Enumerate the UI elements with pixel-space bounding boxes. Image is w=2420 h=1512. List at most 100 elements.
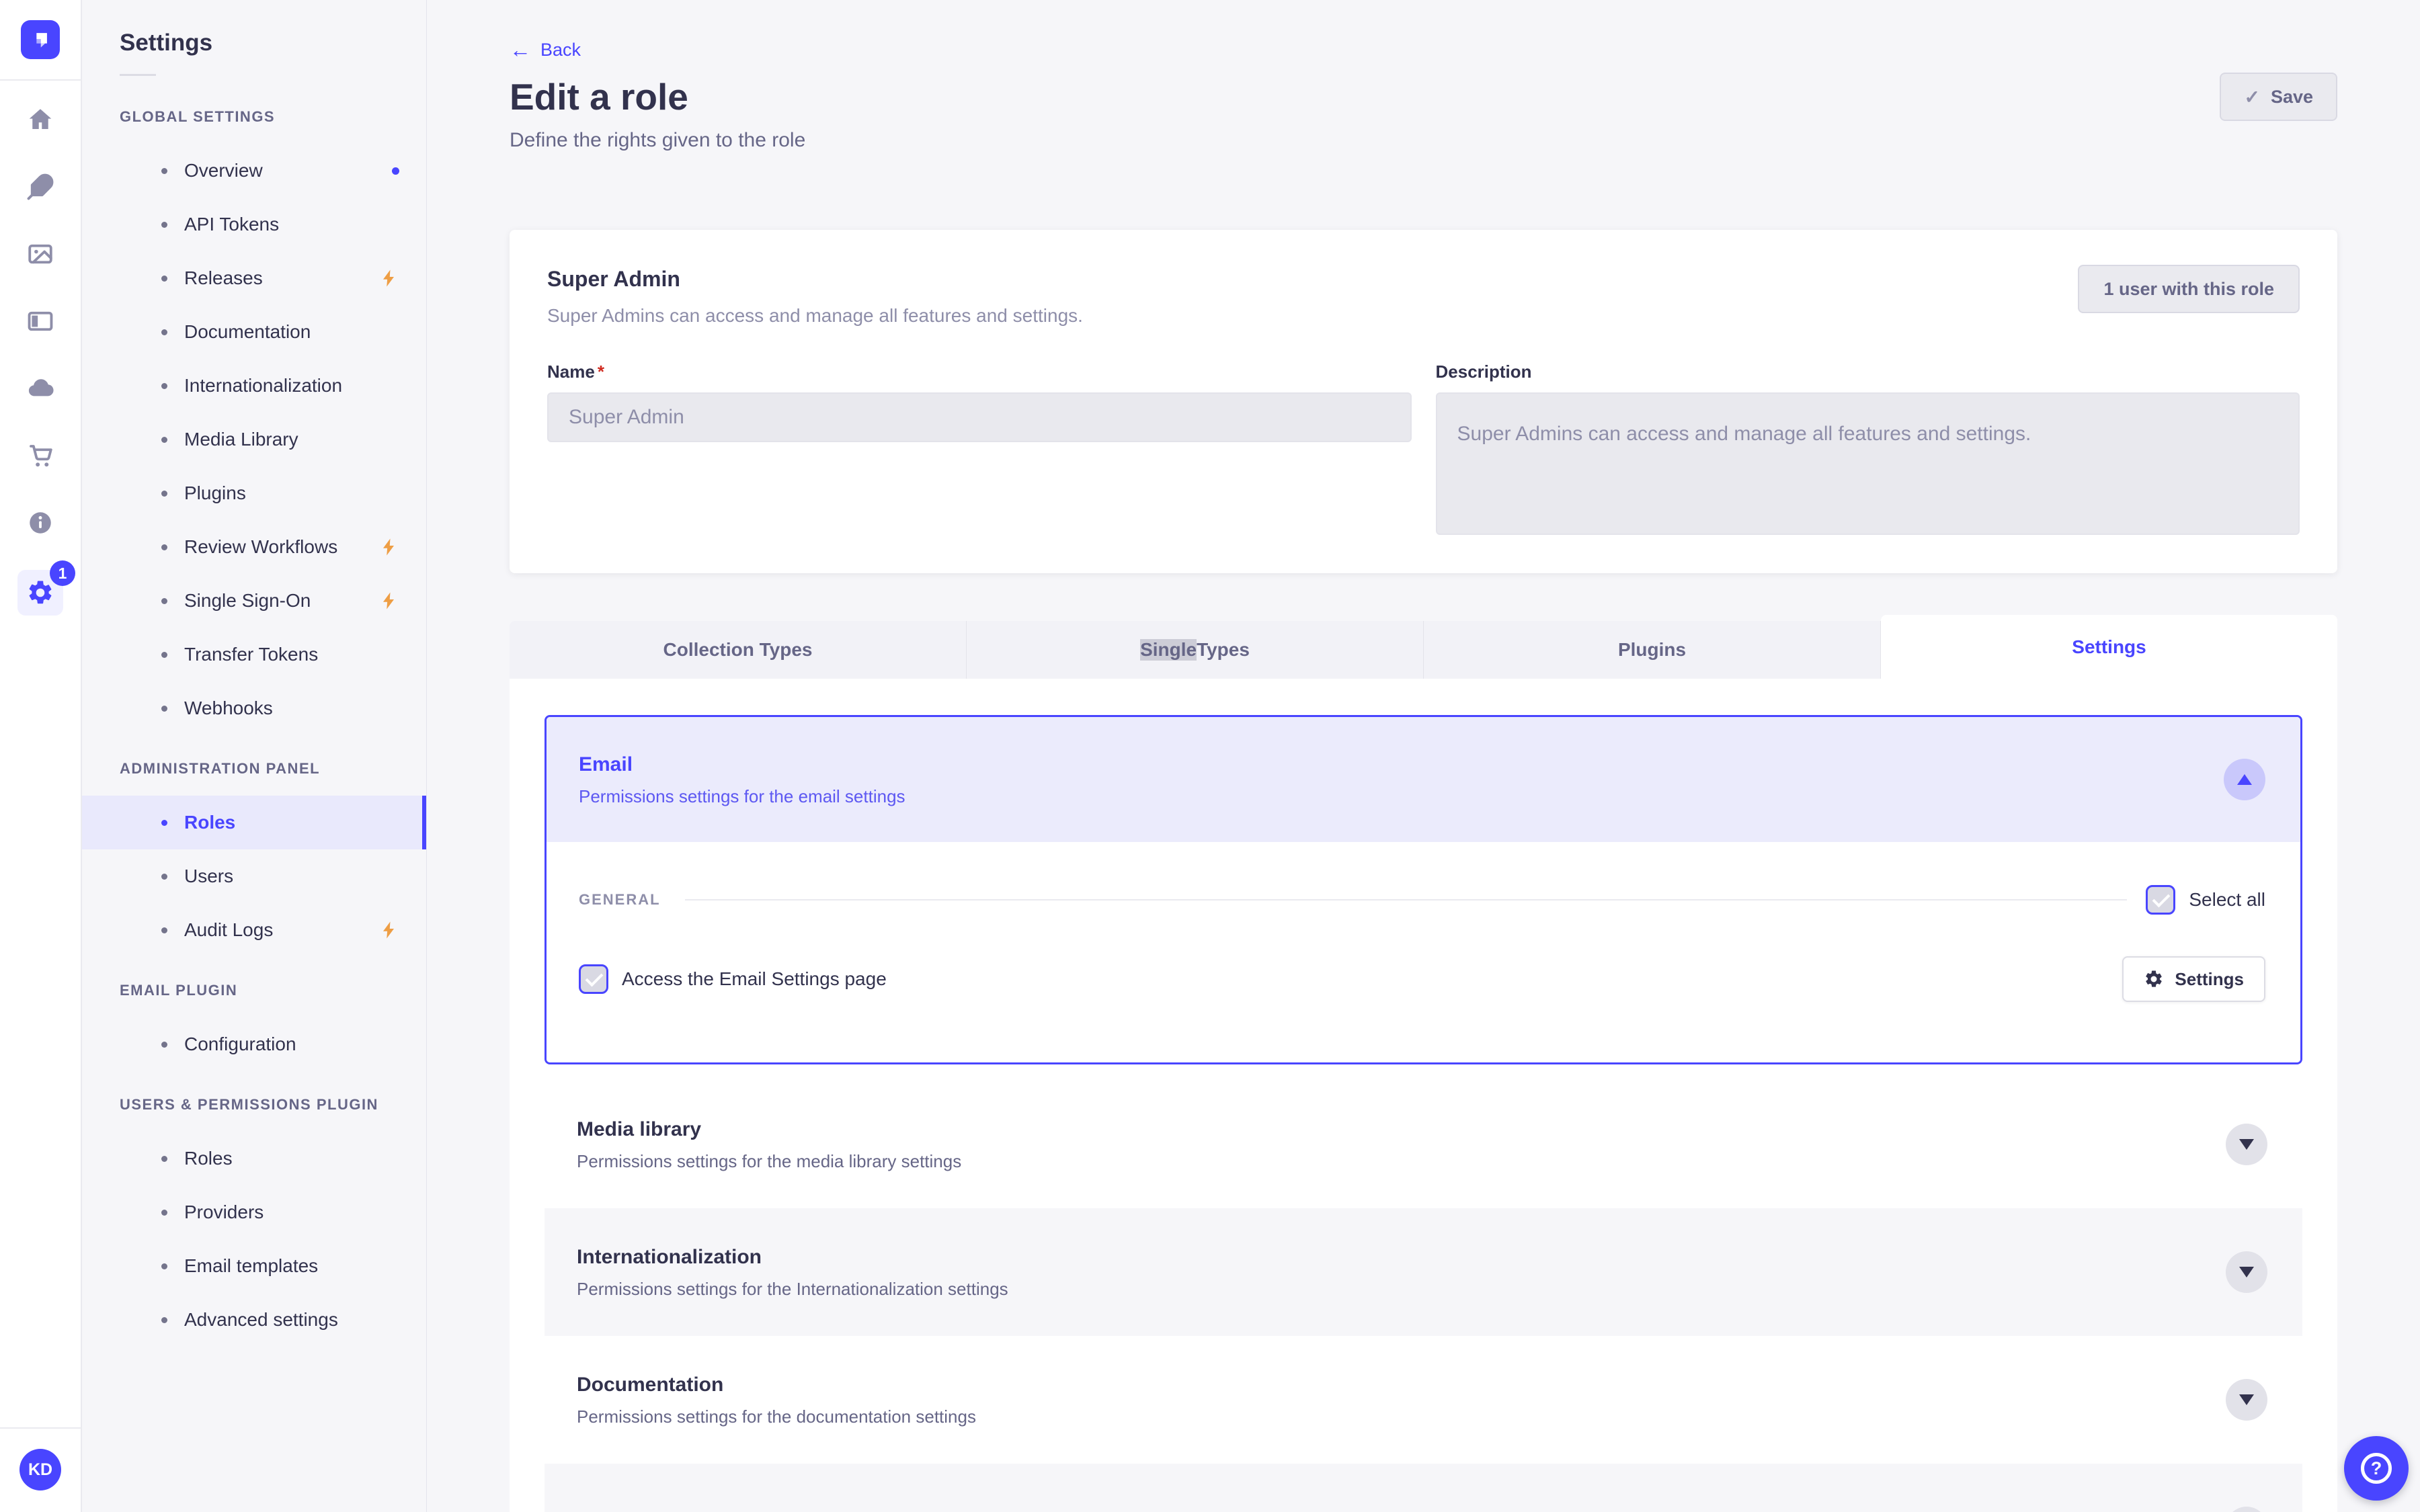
page-subtitle: Define the rights given to the role [510,129,806,151]
expand-media-library-button[interactable] [2226,1124,2267,1165]
strapi-logo[interactable] [21,20,60,59]
expand-documentation-button[interactable] [2226,1379,2267,1421]
rail-bottom: KD [0,1427,81,1512]
sidebar-section-header-global: GLOBAL SETTINGS [120,108,276,125]
check-icon: ✓ [2244,86,2260,108]
sidebar-item-up-advanced-settings[interactable]: Advanced settings [82,1293,426,1347]
sidebar-item-label: Email templates [184,1255,319,1276]
back-arrow-icon: ← [510,38,531,62]
sidebar-item-global-transfer-tokens[interactable]: Transfer Tokens [82,628,426,681]
marketplace-cart-icon[interactable] [26,441,55,470]
sidebar-item-label: Webhooks [184,698,273,718]
name-field-label: Name * [547,362,604,382]
sidebar-item-up-providers[interactable]: Providers [82,1185,426,1239]
sidebar-item-email-configuration[interactable]: Configuration [82,1017,426,1071]
sidebar-item-global-plugins[interactable]: Plugins [82,466,426,520]
sidebar-item-up-email-templates[interactable]: Email templates [82,1239,426,1293]
name-input[interactable] [547,392,1412,442]
expand-internationalization-button[interactable] [2226,1251,2267,1293]
bullet-icon [161,275,167,282]
accordion-row-media-library[interactable]: Media library Permissions settings for th… [544,1081,2302,1208]
gear-icon [2146,970,2163,987]
sidebar-item-global-internationalization[interactable]: Internationalization [82,359,426,413]
tab-settings[interactable]: Settings [1881,615,2337,679]
bullet-icon [161,819,167,826]
accordion-subtitle: Permissions settings for the media libra… [577,1151,962,1171]
sidebar-item-label: Advanced settings [184,1309,338,1330]
content-manager-icon[interactable] [26,172,55,202]
sidebar-title-divider [120,74,156,76]
accordion-subtitle: Permissions settings for the documentati… [577,1406,976,1427]
deploy-cloud-icon[interactable] [26,374,55,403]
expand-plugins-and-marketplace-button[interactable] [2226,1507,2267,1512]
sidebar-section-header-admin: ADMINISTRATION PANEL [120,760,321,777]
sidebar-item-global-review-workflows[interactable]: Review Workflows [82,520,426,574]
bullet-icon [161,1209,167,1216]
home-icon[interactable] [26,105,55,134]
sidebar-item-global-media-library[interactable]: Media Library [82,413,426,466]
access-email-settings-checkbox[interactable] [579,964,608,994]
sidebar-item-admin-audit-logs[interactable]: Audit Logs [82,903,426,957]
select-all-checkbox[interactable] [2146,885,2176,915]
sidebar-item-global-single-sign-on[interactable]: Single Sign-On [82,574,426,628]
collapse-email-button[interactable] [2224,759,2265,800]
required-asterisk: * [597,362,604,382]
email-accordion-subtitle: Permissions settings for the email setti… [579,786,905,806]
role-form-fields: Name* Description Super Admins can acces… [547,360,2300,538]
main-nav-rail: 1 KD [0,0,82,1512]
accordion-row-documentation[interactable]: Documentation Permissions settings for th… [544,1336,2302,1464]
bullet-icon [161,1155,167,1162]
tab-plugins[interactable]: Plugins [1424,621,1881,679]
sidebar-item-global-webhooks[interactable]: Webhooks [82,681,426,735]
sidebar-item-global-releases[interactable]: Releases [82,251,426,305]
help-button[interactable]: ? [2344,1436,2409,1501]
sidebar-item-label: Roles [184,1148,233,1169]
settings-gear-icon[interactable]: 1 [17,560,75,616]
chevron-down-icon [2239,1394,2254,1405]
accordion-row-plugins-and-marketplace[interactable]: Plugins and marketplace [544,1464,2302,1512]
back-link[interactable]: ← Back [510,36,581,63]
sidebar-item-up-roles[interactable]: Roles [82,1132,426,1185]
media-library-icon[interactable] [26,239,55,269]
sidebar-item-admin-roles[interactable]: Roles [82,796,426,849]
role-card-titles: Super Admin Super Admins can access and … [547,265,1083,329]
general-section-row: GENERAL Select all [579,885,2265,915]
bullet-icon [161,705,167,712]
users-with-role-button[interactable]: 1 user with this role [2078,265,2300,313]
sidebar-item-label: API Tokens [184,214,280,235]
save-button[interactable]: ✓ Save [2220,73,2337,121]
accordion-title: Documentation [577,1374,724,1396]
accordion-subtitle: Permissions settings for the Internation… [577,1279,1008,1299]
email-accordion-titles: Email Permissions settings for the email… [579,751,905,808]
content-type-builder-icon[interactable] [26,306,55,336]
tab-single-types[interactable]: Single Types [967,621,1424,679]
accordion-row-internationalization[interactable]: Internationalization Permissions settings… [544,1208,2302,1336]
app-root: 1 KD Settings GLOBAL SETTINGS Overview API… [0,0,2420,1512]
bullet-icon [161,1263,167,1269]
role-name-heading: Super Admin [547,267,680,291]
settings-permissions-panel: Email Permissions settings for the email… [510,679,2337,1512]
access-email-settings-label: Access the Email Settings page [622,968,887,989]
lightning-icon [379,591,399,611]
email-settings-button-label: Settings [2175,968,2244,989]
page-title: Edit a role [510,76,688,118]
sidebar-section-header-up: USERS & PERMISSIONS PLUGIN [120,1096,378,1113]
sidebar-item-admin-users[interactable]: Users [82,849,426,903]
tab-collection-types[interactable]: Collection Types [510,621,967,679]
user-avatar[interactable]: KD [19,1449,61,1490]
notification-dot [392,167,399,175]
info-icon[interactable] [26,508,55,538]
sidebar-item-global-overview[interactable]: Overview [82,144,426,198]
role-card-header: Super Admin Super Admins can access and … [547,265,2300,329]
sidebar-item-label: Transfer Tokens [184,644,319,665]
sidebar-item-label: Audit Logs [184,919,274,940]
email-settings-button[interactable]: Settings [2122,956,2265,1002]
sidebar-item-global-api-tokens[interactable]: API Tokens [82,198,426,251]
accordion-list: Media library Permissions settings for th… [544,1081,2302,1512]
back-label: Back [540,39,581,60]
description-textarea[interactable]: Super Admins can access and manage all f… [1435,392,2300,535]
accordion-title: Media library [577,1118,702,1140]
sidebar-item-global-documentation[interactable]: Documentation [82,305,426,359]
email-accordion-header[interactable]: Email Permissions settings for the email… [547,717,2300,842]
select-all-label: Select all [2189,889,2265,910]
